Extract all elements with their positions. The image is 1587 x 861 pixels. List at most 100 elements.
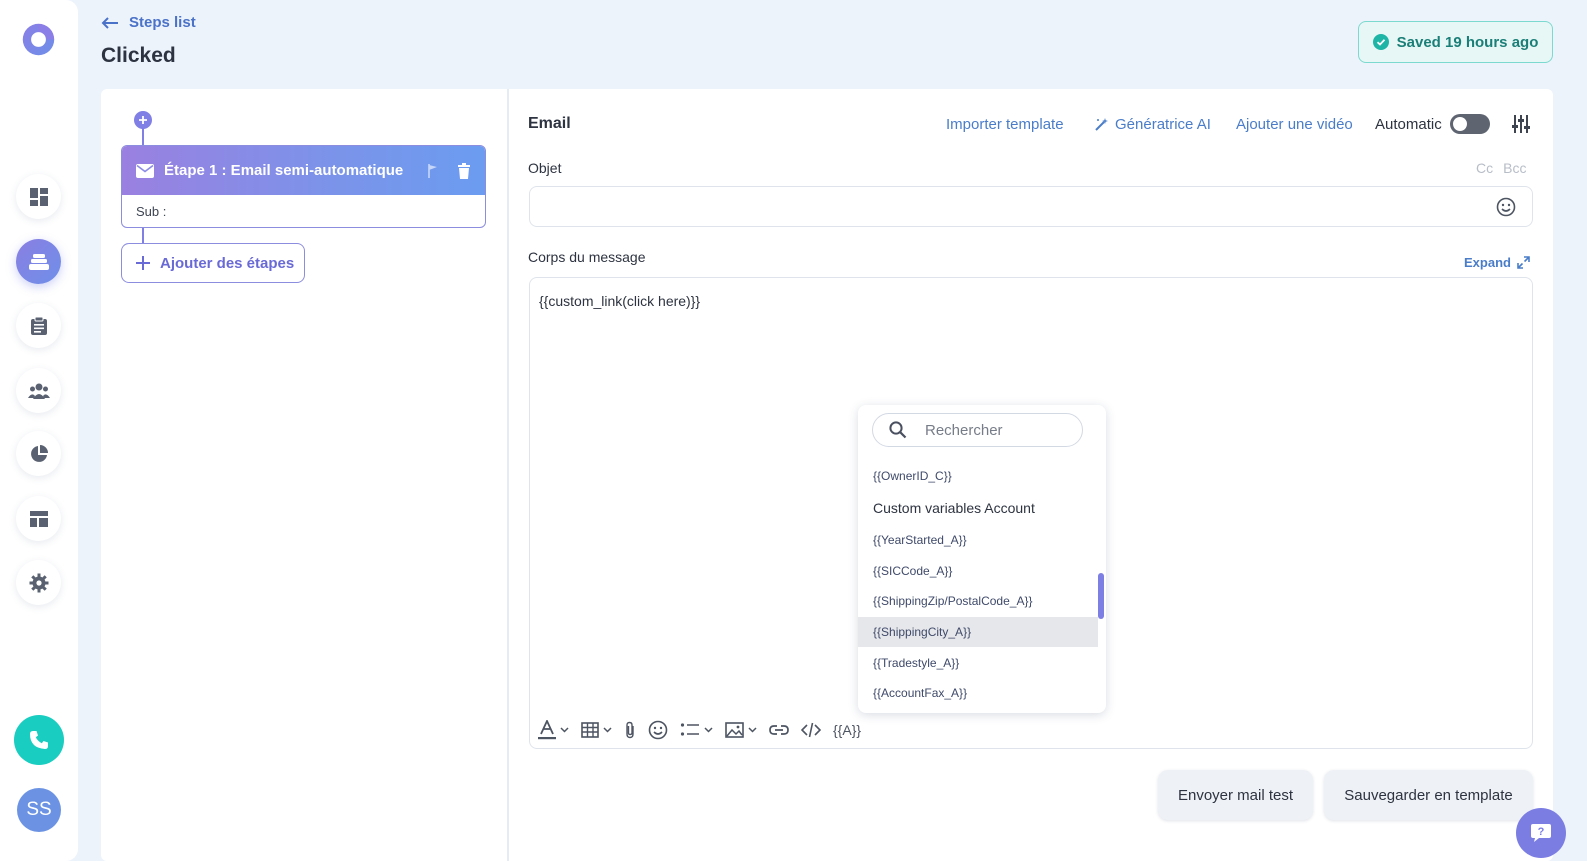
import-template-link[interactable]: Importer template	[946, 116, 1064, 133]
code-icon	[801, 722, 821, 738]
chevron-down-icon	[704, 727, 713, 733]
variable-search-field[interactable]	[872, 413, 1083, 447]
back-to-steps-link[interactable]: Steps list	[101, 14, 196, 31]
phone-button[interactable]	[14, 715, 64, 765]
user-avatar[interactable]: SS	[17, 788, 61, 832]
saved-status-badge: Saved 19 hours ago	[1358, 21, 1553, 63]
link-icon	[769, 725, 789, 735]
magic-wand-icon	[1095, 118, 1108, 131]
automatic-label: Automatic	[1375, 116, 1442, 133]
pie-chart-icon	[30, 444, 48, 462]
cc-link[interactable]: Cc	[1476, 160, 1493, 176]
templates-icon	[29, 510, 48, 527]
add-video-link[interactable]: Ajouter une vidéo	[1236, 116, 1353, 133]
save-as-template-button[interactable]: Sauvegarder en template	[1324, 770, 1533, 820]
variable-option[interactable]: {{SICCode_A}}	[858, 556, 1098, 586]
nav-settings[interactable]	[16, 560, 61, 605]
chevron-down-icon	[748, 727, 757, 733]
chevron-down-icon	[560, 727, 569, 733]
insert-step-button[interactable]	[134, 111, 152, 129]
settings-icon	[29, 573, 48, 592]
nav-rail: SS	[0, 0, 78, 861]
step-card[interactable]: Étape 1 : Email semi-automatique Sub :	[121, 145, 486, 228]
bullet-list-icon	[680, 723, 699, 736]
subject-label: Objet	[528, 160, 562, 176]
bcc-link[interactable]: Bcc	[1503, 160, 1526, 176]
sliders-icon[interactable]	[1511, 114, 1531, 134]
dropdown-scrollbar[interactable]	[1098, 573, 1104, 619]
nav-reports[interactable]	[16, 431, 61, 476]
add-steps-label: Ajouter des étapes	[160, 254, 295, 272]
expand-icon	[1517, 256, 1530, 269]
automatic-toggle[interactable]	[1450, 114, 1490, 134]
emoji-icon[interactable]	[1496, 197, 1516, 217]
back-link-label: Steps list	[129, 14, 196, 31]
variable-option[interactable]: {{ShippingZip/PostalCode_A}}	[858, 586, 1098, 616]
variable-option[interactable]: {{Tradestyle_A}}	[858, 648, 1098, 678]
email-section-title: Email	[528, 115, 571, 132]
cc-bcc-links: Cc Bcc	[1476, 160, 1526, 176]
saved-status-text: Saved 19 hours ago	[1396, 33, 1539, 51]
variable-option[interactable]: {{AccountFax_A}}	[858, 678, 1098, 708]
step-title: Étape 1 : Email semi-automatique	[164, 162, 404, 179]
page-title: Clicked	[101, 44, 176, 67]
emoji-icon	[648, 720, 668, 740]
emoji-button[interactable]	[648, 719, 668, 741]
subject-field[interactable]	[529, 186, 1533, 227]
attach-button[interactable]	[624, 719, 636, 741]
step-connector-bottom	[142, 228, 144, 244]
flag-icon[interactable]	[427, 163, 439, 179]
message-body-text[interactable]: {{custom_link(click here)}}	[539, 293, 700, 309]
add-steps-button[interactable]: Ajouter des étapes	[121, 243, 305, 283]
import-template-label: Importer template	[946, 116, 1064, 133]
sequences-icon	[28, 253, 49, 270]
body-label: Corps du message	[528, 249, 646, 265]
image-icon	[725, 722, 744, 738]
trash-icon[interactable]	[457, 162, 471, 179]
search-icon	[889, 421, 907, 439]
arrow-left-icon	[101, 16, 118, 29]
contacts-icon	[27, 383, 50, 399]
send-test-mail-button[interactable]: Envoyer mail test	[1158, 770, 1313, 820]
editor-toolbar: {{A}}	[538, 719, 873, 741]
nav-sequences[interactable]	[16, 239, 61, 284]
check-circle-icon	[1372, 34, 1389, 50]
image-button[interactable]	[725, 719, 757, 741]
variable-option-selected[interactable]: {{ShippingCity_A}}	[858, 617, 1098, 647]
expand-label: Expand	[1464, 255, 1511, 270]
step-header: Étape 1 : Email semi-automatique	[122, 146, 485, 195]
nav-templates[interactable]	[16, 496, 61, 541]
variable-search-input[interactable]	[925, 421, 1065, 439]
link-button[interactable]	[769, 719, 789, 741]
dashboard-icon	[29, 187, 48, 206]
ai-generator-label: Génératrice AI	[1115, 116, 1211, 133]
variables-dropdown: {{OwnerID_C}} Custom variables Account {…	[858, 405, 1106, 713]
table-button[interactable]	[581, 719, 612, 741]
code-button[interactable]	[801, 719, 821, 741]
app-logo[interactable]	[20, 21, 57, 58]
add-video-label: Ajouter une vidéo	[1236, 116, 1353, 133]
nav-dashboard[interactable]	[16, 174, 61, 219]
column-divider	[507, 89, 509, 861]
plus-icon	[139, 116, 147, 124]
nav-tasks[interactable]	[16, 303, 61, 348]
ai-generator-link[interactable]: Génératrice AI	[1094, 116, 1211, 133]
step-connector	[142, 128, 144, 146]
envelope-icon	[136, 163, 154, 178]
expand-button[interactable]: Expand	[1464, 255, 1530, 270]
variable-option[interactable]: {{YearStarted_A}}	[858, 525, 1098, 555]
text-color-button[interactable]	[538, 719, 569, 741]
insert-variable-button[interactable]: {{A}}	[833, 719, 861, 741]
nav-contacts[interactable]	[16, 368, 61, 413]
svg-text:?: ?	[1538, 826, 1545, 838]
subject-input[interactable]	[530, 187, 1472, 226]
phone-icon	[30, 731, 48, 749]
clipboard-icon	[30, 316, 47, 335]
list-button[interactable]	[680, 719, 713, 741]
help-chat-icon: ?	[1531, 824, 1551, 842]
variable-option[interactable]: {{OwnerID_C}}	[858, 461, 1098, 491]
table-icon	[581, 722, 599, 738]
help-chat-button[interactable]: ?	[1516, 808, 1566, 858]
plus-icon	[136, 256, 150, 270]
chevron-down-icon	[603, 727, 612, 733]
